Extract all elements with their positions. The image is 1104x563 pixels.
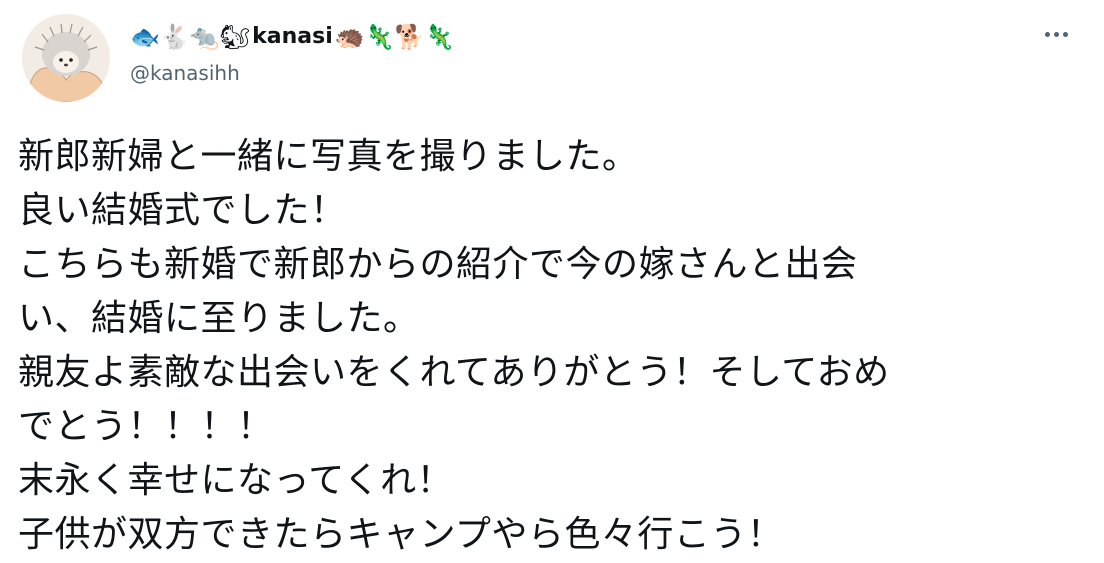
tweet: 🐟 🐇 🐀 🐿 kanasi 🦔 🦎 🐕 🦎 @kanasihh 新郎新婦と一緒… [0,0,1104,563]
fish-emoji-icon: 🐟 [130,23,160,51]
tweet-text-line: 子供が双方できたらキャンプやら色々行こう！ [18,514,784,555]
chipmunk-emoji-icon: 🐿 [219,23,251,51]
ellipsis-icon [1053,31,1059,37]
tweet-text-line: い、結婚に至りました。 [18,298,420,339]
tweet-text-line: でとう！！！！ [18,406,274,447]
tweet-text-line: こちらも新婚で新郎からの紹介で今の嫁さんと出会 [18,244,858,285]
user-name-row[interactable]: 🐟 🐇 🐀 🐿 kanasi 🦔 🦎 🐕 🦎 [130,18,1030,56]
tweet-text-line: 新郎新婦と一緒に写真を撮りました。 [18,136,639,177]
hedgehog-avatar-icon [22,14,110,102]
tweet-text-line: 親友よ素敵な出会いをくれてありがとう！そしておめ [18,352,890,393]
tweet-text-line: 末永く幸せになってくれ！ [18,460,454,501]
more-options-button[interactable] [1036,22,1076,46]
rat-emoji-icon: 🐀 [189,23,220,51]
ellipsis-icon [1062,31,1068,37]
user-handle[interactable]: @kanasihh [130,58,1030,88]
tweet-header: 🐟 🐇 🐀 🐿 kanasi 🦔 🦎 🐕 🦎 @kanasihh [130,18,1030,88]
lizard-emoji-icon: 🦎 [364,23,395,51]
display-name[interactable]: kanasi [252,18,333,56]
avatar[interactable] [22,14,110,102]
tweet-text: 新郎新婦と一緒に写真を撮りました。 良い結婚式でした！ こちらも新婚で新郎からの… [18,130,1078,562]
lizard-emoji-icon: 🦎 [424,23,455,51]
ellipsis-icon [1044,31,1050,37]
tweet-text-line: 良い結婚式でした！ [18,190,347,231]
rabbit-emoji-icon: 🐇 [159,23,190,51]
dog-emoji-icon: 🐕 [394,23,425,51]
hedgehog-emoji-icon: 🦔 [334,23,365,51]
